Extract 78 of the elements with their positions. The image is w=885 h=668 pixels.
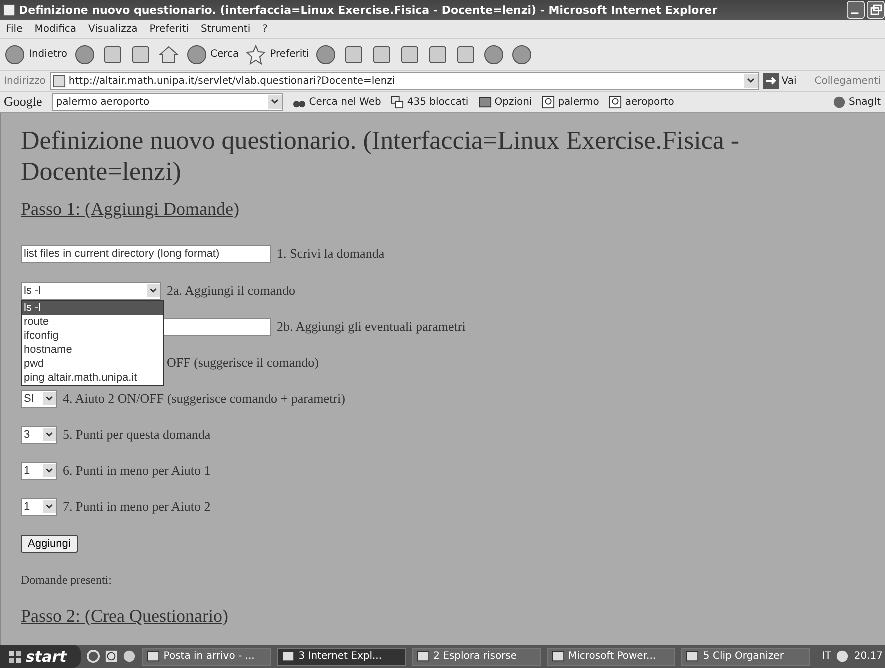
menu-item[interactable]: Visualizza: [88, 24, 138, 34]
value-select[interactable]: SI: [21, 390, 57, 408]
dropdown-icon: [43, 392, 56, 406]
taskbar-button[interactable]: 3 Internet Expl...: [276, 648, 406, 666]
value-select[interactable]: 3: [21, 426, 57, 444]
window-icon: [552, 650, 565, 663]
page-heading: Definizione nuovo questionario. (Interfaccia=Linux Exercise.Fisica - Docente=lenzi): [21, 125, 741, 187]
taskbar-button[interactable]: 2 Esplora risorse: [412, 648, 541, 666]
step-heading: Passo 1: (Aggiungi Domande): [21, 199, 240, 220]
taskbar-button[interactable]: Microsoft Power...: [546, 648, 676, 666]
toolbar-button[interactable]: [158, 44, 180, 66]
taskbar-button[interactable]: Posta in arrivo - ...: [142, 648, 271, 666]
questions-label: Domande presenti:: [21, 573, 113, 588]
dropdown-option[interactable]: ping altair.math.unipa.it: [22, 371, 163, 385]
window-icon: [282, 650, 295, 663]
snagit-button[interactable]: SnagIt: [832, 96, 881, 108]
step-heading: Passo 2: (Crea Questionario): [21, 606, 230, 627]
dropdown-icon[interactable]: [744, 74, 758, 88]
links-label[interactable]: Collegamenti: [814, 76, 881, 86]
home-icon: [158, 44, 180, 66]
dropdown-option[interactable]: ifconfig: [22, 329, 163, 343]
dropdown-icon[interactable]: [268, 95, 282, 109]
dropdown-option[interactable]: hostname: [22, 343, 163, 357]
windows-logo-icon: [8, 650, 22, 664]
address-label: Indirizzo: [4, 76, 46, 86]
field-label: 5. Punti per questa domanda: [63, 427, 211, 443]
toolbar-button[interactable]: Cerca: [186, 44, 240, 66]
clock: 20.17: [854, 651, 884, 662]
go-button[interactable]: Vai: [762, 73, 797, 89]
dropdown-option[interactable]: ls -l: [22, 301, 163, 315]
page-icon: [3, 4, 16, 16]
popup-blocker-button[interactable]: 435 bloccati: [391, 96, 469, 108]
restore-icon[interactable]: [867, 1, 885, 19]
window-icon: [416, 650, 430, 663]
dropdown-icon: [147, 284, 160, 298]
parameters-field[interactable]: [161, 318, 271, 336]
add-button[interactable]: Aggiungi: [21, 535, 78, 553]
highlight-word-button[interactable]: palermo: [542, 96, 600, 108]
menu-item[interactable]: File: [6, 24, 23, 34]
options-button[interactable]: Opzioni: [478, 96, 532, 108]
menu-item[interactable]: ?: [262, 24, 268, 34]
tray-icon[interactable]: [836, 650, 850, 663]
field-label: 2a. Aggiungi il comando: [167, 283, 296, 299]
value-select[interactable]: 1: [21, 462, 57, 480]
language-indicator[interactable]: IT: [822, 651, 832, 662]
menu-item[interactable]: Preferiti: [150, 24, 189, 34]
window-title: Definizione nuovo questionario. (interfaccia=Linux Exercise.Fisica - Docente=lenzi) - Microsoft Internet Explorer: [19, 4, 719, 16]
field-label: 7. Punti in meno per Aiuto 2: [63, 499, 211, 515]
field-label: 1. Scrivi la domanda: [277, 246, 385, 262]
taskbar-button[interactable]: 5 Clip Organizer: [681, 648, 810, 666]
google-logo[interactable]: Google: [4, 94, 42, 110]
field-label: 2b. Aggiungi gli eventuali parametri: [277, 319, 466, 335]
dropdown-icon: [43, 464, 56, 478]
windows-icon: [391, 96, 404, 108]
search-web-button[interactable]: Cerca nel Web: [293, 96, 382, 108]
page-icon: [52, 74, 66, 88]
star-icon: [245, 44, 268, 66]
address-field[interactable]: http://altair.math.unipa.it/servlet/vlab.questionari?Docente=lenzi: [50, 72, 759, 90]
minimize-icon[interactable]: [847, 1, 865, 19]
dropdown-option[interactable]: route: [22, 315, 163, 329]
dropdown-icon: [43, 500, 56, 514]
value-select[interactable]: 1: [21, 498, 57, 516]
field-label: 4. Aiuto 2 ON/OFF (suggerisce comando + parametri): [63, 391, 346, 407]
command-select[interactable]: ls -l: [21, 282, 161, 300]
toolbar-button[interactable]: Indietro: [4, 44, 68, 66]
toolbar-button[interactable]: Preferiti: [245, 44, 310, 66]
dropdown-icon: [43, 428, 56, 442]
search-field[interactable]: palermo aeroporto: [52, 93, 284, 111]
question-field[interactable]: list files in current directory (long format): [21, 245, 271, 263]
start-button[interactable]: start: [0, 645, 81, 668]
highlight-word-button[interactable]: aeroporto: [609, 96, 674, 108]
window-icon: [146, 650, 160, 663]
menu-item[interactable]: Strumenti: [200, 24, 251, 34]
menu-item[interactable]: Modifica: [34, 24, 77, 34]
field-label: OFF (suggerisce il comando): [167, 355, 320, 371]
window-icon: [686, 650, 700, 663]
field-label: 6. Punti in meno per Aiuto 1: [63, 463, 211, 479]
dropdown-option[interactable]: pwd: [22, 357, 163, 371]
